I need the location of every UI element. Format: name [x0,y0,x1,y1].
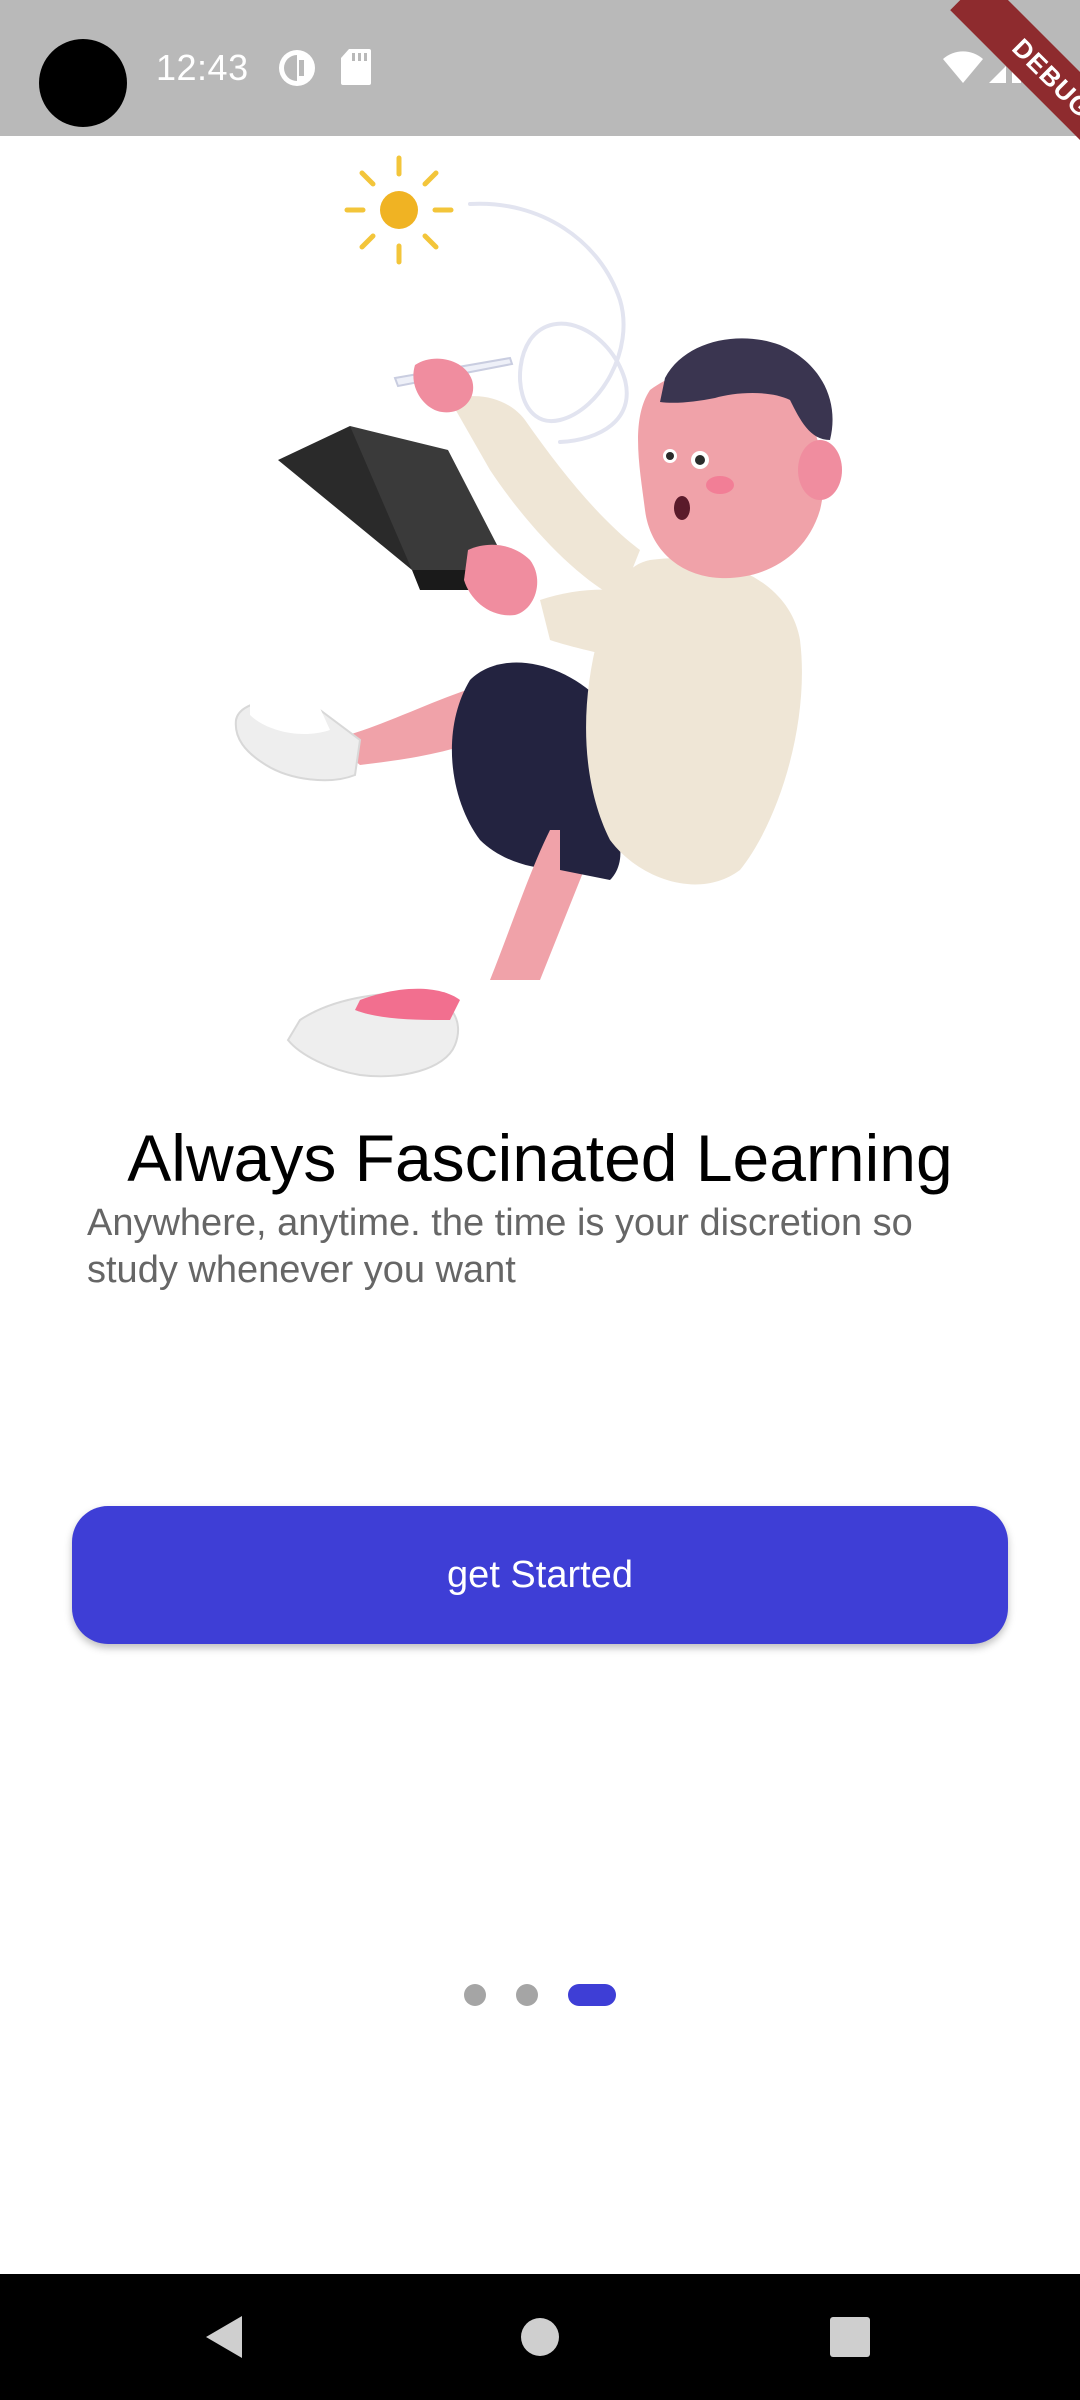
signal-icon [989,51,1021,83]
status-time: 12:43 [156,47,249,88]
onboarding-subtitle: Anywhere, anytime. the time is your disc… [87,1202,913,1291]
system-navigation-bar [0,2274,1080,2400]
battery-icon [1037,46,1057,85]
onboarding-title: Always Fascinated Learning [127,1121,953,1195]
boy-with-tablet-illustration [234,155,842,1078]
sun-icon [344,155,454,265]
camera-cutout [39,39,127,127]
status-bar: 12:43 [0,0,1080,136]
sd-card-icon [341,49,371,85]
circle-notification-icon [279,50,315,86]
wifi-icon [943,51,983,83]
page-dot-3-active[interactable] [568,1984,616,2006]
recents-icon[interactable] [815,2302,885,2372]
get-started-button[interactable]: get Started [72,1506,1008,1644]
page-dot-2[interactable] [516,1984,538,2006]
page-indicator [0,1984,1080,2008]
onboarding-screen: 12:43 DEBUG Always Fascinated Learning A… [0,0,1080,2400]
home-icon[interactable] [505,2302,575,2372]
back-icon[interactable] [190,2302,260,2372]
page-dot-1[interactable] [464,1984,486,2006]
